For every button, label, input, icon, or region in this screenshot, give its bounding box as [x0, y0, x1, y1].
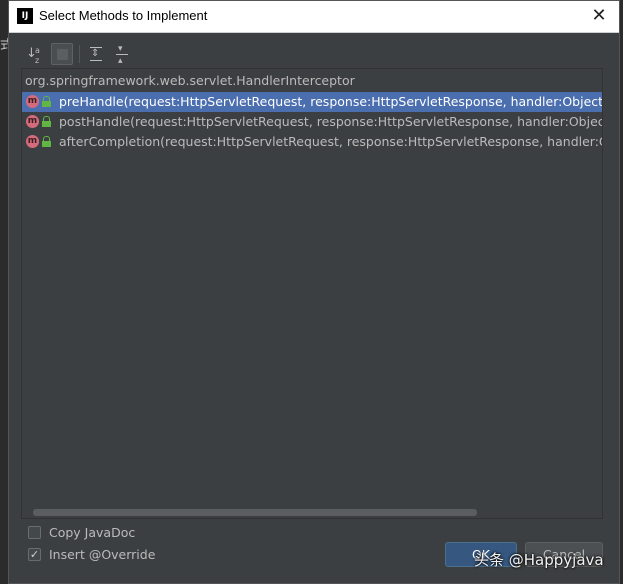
method-icon: m [26, 135, 39, 148]
method-signature: preHandle(request:HttpServletRequest, re… [59, 94, 602, 109]
method-row-aftercompletion[interactable]: m afterCompletion(request:HttpServletReq… [22, 132, 602, 152]
editor-edge: 式 [0, 0, 13, 584]
toolbar-separator [79, 45, 80, 63]
collapse-all-icon[interactable]: ▾ ▴ [111, 43, 133, 66]
watermark: 头条 @Happyjava [474, 551, 604, 569]
dialog-title: Select Methods to Implement [39, 8, 208, 23]
lock-icon [42, 116, 51, 127]
sort-alphabetically-icon[interactable]: ↓ a z [23, 43, 45, 65]
copy-javadoc-label: Copy JavaDoc [49, 525, 136, 540]
close-icon[interactable]: ✕ [587, 4, 611, 28]
title-bar[interactable]: IJ Select Methods to Implement ✕ [9, 1, 619, 33]
copy-javadoc-checkbox[interactable] [28, 526, 41, 539]
method-icon: m [26, 115, 39, 128]
expand-all-icon[interactable]: ⇕ [85, 43, 107, 65]
horizontal-scrollbar[interactable] [33, 509, 477, 516]
intellij-app-icon: IJ [17, 8, 33, 24]
lock-icon [42, 96, 51, 107]
method-row-posthandle[interactable]: m postHandle(request:HttpServletRequest,… [22, 112, 602, 132]
select-methods-dialog: IJ Select Methods to Implement ✕ ↓ a z ⇕ ▾… [8, 0, 620, 584]
lock-icon [42, 136, 51, 147]
method-signature: afterCompletion(request:HttpServletReque… [59, 134, 602, 149]
insert-override-checkbox[interactable]: ✓ [28, 548, 41, 561]
method-signature: postHandle(request:HttpServletRequest, r… [59, 114, 602, 129]
insert-override-label: Insert @Override [49, 547, 156, 562]
show-classes-toggle-icon[interactable] [51, 43, 73, 65]
method-row-prehandle[interactable]: m preHandle(request:HttpServletRequest, … [22, 92, 602, 112]
methods-tree[interactable]: org.springframework.web.servlet.HandlerI… [21, 68, 603, 519]
method-icon: m [26, 95, 39, 108]
interface-node[interactable]: org.springframework.web.servlet.HandlerI… [25, 73, 355, 88]
